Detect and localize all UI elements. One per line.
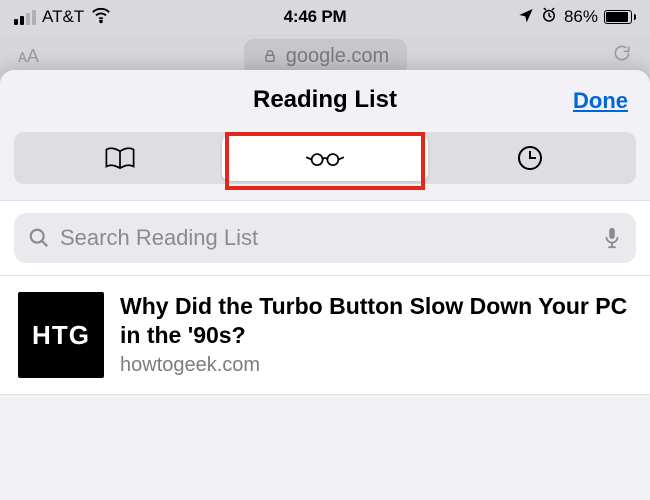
battery-icon	[604, 10, 636, 24]
search-field[interactable]	[14, 213, 636, 263]
carrier-label: AT&T	[42, 7, 84, 27]
status-time: 4:46 PM	[284, 7, 347, 27]
lock-icon	[262, 48, 278, 64]
status-bar: AT&T 4:46 PM 86%	[0, 0, 650, 34]
reading-list-sheet: Reading List Done	[0, 70, 650, 500]
glasses-icon	[303, 146, 347, 170]
item-text: Why Did the Turbo Button Slow Down Your …	[120, 292, 632, 377]
url-pill: google.com	[244, 39, 407, 74]
alarm-icon	[540, 6, 558, 29]
search-input[interactable]	[60, 225, 592, 251]
tab-history[interactable]	[428, 135, 633, 181]
reading-list-items: HTG Why Did the Turbo Button Slow Down Y…	[0, 276, 650, 395]
signal-icon	[14, 10, 36, 25]
segmented-control-wrap	[0, 130, 650, 200]
book-icon	[103, 144, 137, 172]
text-size-icon: ᴀA	[18, 46, 39, 67]
location-icon	[518, 7, 534, 28]
item-domain: howtogeek.com	[120, 354, 632, 377]
search-icon	[28, 227, 50, 249]
battery-pct: 86%	[564, 7, 598, 27]
status-left: AT&T	[14, 4, 112, 31]
wifi-icon	[90, 4, 112, 31]
sheet-title: Reading List	[253, 86, 397, 114]
sheet-header: Reading List Done	[0, 70, 650, 130]
done-button[interactable]: Done	[573, 88, 628, 114]
status-right: 86%	[518, 6, 636, 29]
tab-bookmarks[interactable]	[17, 135, 222, 181]
url-text: google.com	[286, 45, 389, 68]
mic-icon[interactable]	[602, 226, 622, 250]
reload-icon	[612, 43, 632, 69]
clock-icon	[515, 143, 545, 173]
segmented-control	[14, 132, 636, 184]
item-title: Why Did the Turbo Button Slow Down Your …	[120, 292, 632, 350]
tab-reading-list[interactable]	[222, 135, 427, 181]
item-thumbnail: HTG	[18, 292, 104, 378]
list-item[interactable]: HTG Why Did the Turbo Button Slow Down Y…	[0, 276, 650, 395]
search-row	[0, 200, 650, 276]
